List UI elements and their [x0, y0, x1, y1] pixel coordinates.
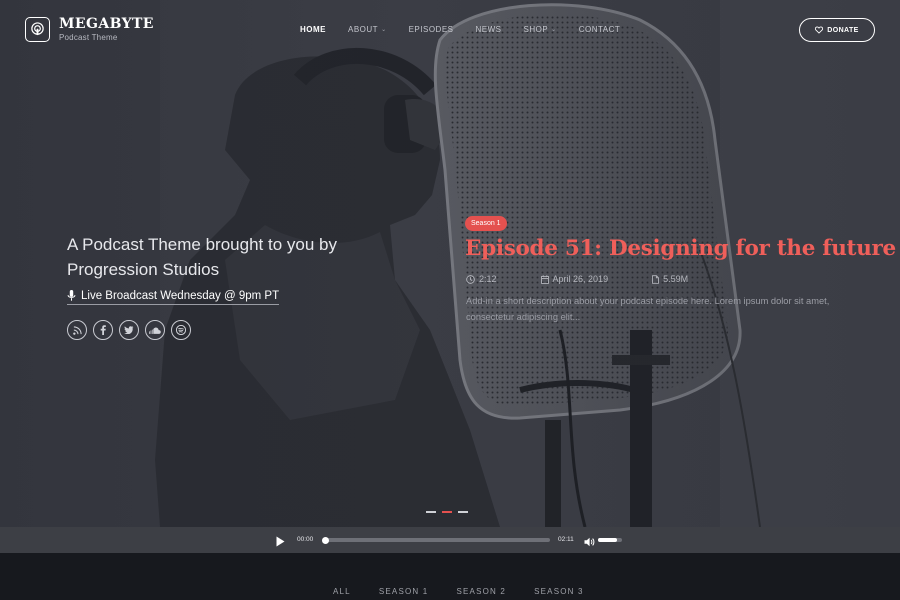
filter-tab-all[interactable]: ALL [333, 587, 351, 596]
nav-item-label: NEWS [475, 25, 502, 34]
rss-icon[interactable] [67, 320, 87, 340]
logo-text: MEGABYTE Podcast Theme [59, 16, 154, 43]
volume-slider[interactable] [598, 538, 622, 542]
donate-button[interactable]: DONATE [799, 18, 875, 42]
nav-item-about[interactable]: ABOUT ⌄ [348, 25, 387, 34]
progress-handle[interactable] [322, 536, 330, 544]
chevron-down-icon: ⌄ [381, 27, 387, 33]
volume-fill [598, 538, 618, 542]
donate-label: DONATE [827, 26, 859, 34]
hero-tagline: A Podcast Theme brought to you by Progre… [67, 235, 337, 279]
season-filter: ALL SEASON 1 SEASON 2 SEASON 3 [0, 553, 900, 600]
calendar-icon [540, 274, 549, 284]
filter-tab-season-3[interactable]: SEASON 3 [534, 587, 584, 596]
filter-tab-season-1[interactable]: SEASON 1 [379, 587, 429, 596]
progress-bar[interactable] [322, 536, 550, 544]
filesize-text: 5.59M [663, 274, 689, 284]
season-badge[interactable]: Season 1 [465, 216, 507, 231]
slider-dot[interactable] [426, 511, 436, 513]
season-filter-tabs: ALL SEASON 1 SEASON 2 SEASON 3 [333, 587, 612, 596]
nav-item-label: EPISODES [408, 25, 454, 34]
social-links [67, 320, 191, 340]
microphone-icon [67, 290, 76, 301]
play-icon [276, 536, 285, 547]
soundcloud-icon[interactable] [145, 320, 165, 340]
nav-item-label: CONTACT [578, 25, 621, 34]
nav-item-label: ABOUT [348, 25, 379, 34]
nav-item-label: HOME [300, 25, 326, 34]
nav-item-contact[interactable]: CONTACT [579, 25, 621, 34]
nav-item-home[interactable]: HOME [300, 25, 326, 34]
nav-item-episodes[interactable]: EPISODES [409, 25, 454, 34]
file-icon [652, 274, 659, 284]
slider-dot[interactable] [458, 511, 468, 513]
nav-item-label: SHOP [523, 25, 549, 34]
clock-icon [466, 274, 475, 284]
live-broadcast-link[interactable]: Live Broadcast Wednesday @ 9pm PT [67, 290, 280, 305]
nav-item-shop[interactable]: SHOP ⌄ [524, 25, 557, 34]
slider-pagination [426, 511, 468, 513]
spotify-icon[interactable] [171, 320, 191, 340]
broadcast-text: Live Broadcast Wednesday @ 9pm PT [81, 290, 280, 302]
episode-duration: 2:12 [466, 274, 497, 284]
podcast-logo-icon [25, 17, 50, 42]
heart-icon [815, 26, 824, 34]
current-time: 00:00 [297, 536, 314, 543]
episode-description: Add-in a short description about your po… [466, 296, 830, 322]
site-logo[interactable]: MEGABYTE Podcast Theme [25, 17, 154, 42]
filter-tab-season-2[interactable]: SEASON 2 [456, 587, 506, 596]
episode-title[interactable]: Episode 51: Designing for the future [465, 236, 896, 261]
mute-button[interactable] [584, 534, 595, 552]
chevron-down-icon: ⌄ [551, 27, 557, 33]
site-header: MEGABYTE Podcast Theme HOME ABOUT ⌄ EPISODE… [0, 0, 900, 62]
audio-player: 00:00 02:11 [0, 527, 900, 553]
episode-meta: 2:12 April 26, 2019 5.59M [466, 274, 688, 284]
play-button[interactable] [276, 534, 285, 552]
episode-filesize: 5.59M [652, 274, 688, 284]
twitter-icon[interactable] [119, 320, 139, 340]
episode-date: April 26, 2019 [540, 274, 609, 284]
volume-icon [584, 537, 595, 547]
main-nav: HOME ABOUT ⌄ EPISODES NEWS SHOP ⌄ CONTACT [300, 25, 642, 34]
duration-text: 2:12 [479, 274, 497, 284]
slider-dot[interactable] [442, 511, 452, 513]
date-text: April 26, 2019 [552, 274, 609, 284]
track-duration: 02:11 [558, 536, 574, 543]
facebook-icon[interactable] [93, 320, 113, 340]
nav-item-news[interactable]: NEWS [476, 25, 502, 34]
brand-title: MEGABYTE [59, 16, 154, 32]
brand-subtitle: Podcast Theme [59, 33, 118, 42]
